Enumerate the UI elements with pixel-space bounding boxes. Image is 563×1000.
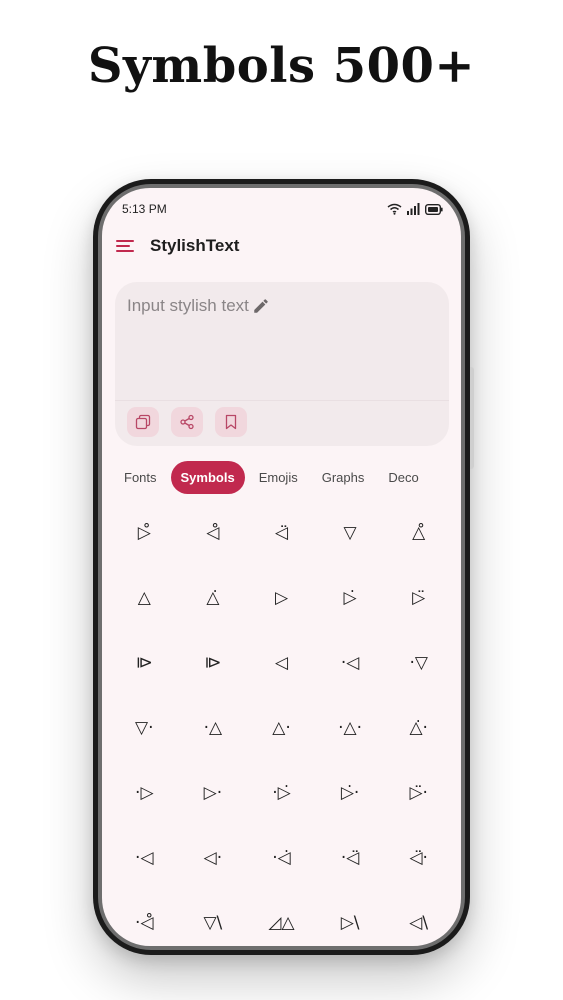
bookmark-button[interactable] xyxy=(215,407,247,437)
app-bar: StylishText xyxy=(116,233,447,259)
symbol-item[interactable]: ▷̇ xyxy=(316,565,385,630)
battery-icon xyxy=(425,203,443,215)
tab-fonts[interactable]: Fonts xyxy=(114,461,167,494)
promo-title: Symbols 500+ xyxy=(87,38,476,94)
symbol-item[interactable]: △· xyxy=(247,695,316,760)
symbol-item[interactable]: ▽· xyxy=(110,695,179,760)
symbol-item[interactable]: ◁̊ xyxy=(179,500,248,565)
symbol-item[interactable]: ▷̊ xyxy=(110,500,179,565)
symbol-item[interactable]: ▷\ xyxy=(316,890,385,946)
symbol-item[interactable]: ·◁ xyxy=(316,630,385,695)
symbol-item[interactable]: ▷· xyxy=(179,760,248,825)
symbol-item[interactable]: ⧐ xyxy=(179,630,248,695)
phone-side-button xyxy=(470,367,474,469)
symbol-item[interactable]: ▷̈· xyxy=(384,760,453,825)
status-time: 5:13 PM xyxy=(122,202,167,216)
symbol-item[interactable]: ·△· xyxy=(316,695,385,760)
share-button[interactable] xyxy=(171,407,203,437)
signal-icon xyxy=(407,203,420,215)
symbol-item[interactable]: ◁\ xyxy=(384,890,453,946)
symbol-item[interactable]: △̊ xyxy=(384,500,453,565)
phone-frame: 5:13 PM StylishText Input stylish text F… xyxy=(93,179,474,955)
status-bar: 5:13 PM xyxy=(122,200,443,218)
symbol-item[interactable]: ·△ xyxy=(179,695,248,760)
symbol-item[interactable]: ·▽ xyxy=(384,630,453,695)
tab-deco[interactable]: Deco xyxy=(378,461,428,494)
symbol-item[interactable]: ·◁̊ xyxy=(110,890,179,946)
symbol-item[interactable]: ·◁̈ xyxy=(316,825,385,890)
symbol-item[interactable]: ◁· xyxy=(179,825,248,890)
symbol-item[interactable]: ▽\ xyxy=(179,890,248,946)
symbol-item[interactable]: △̇· xyxy=(384,695,453,760)
category-tabs: Fonts Symbols Emojis Graphs Deco xyxy=(114,460,461,494)
pencil-icon xyxy=(254,299,268,313)
symbol-item[interactable]: ·▷ xyxy=(110,760,179,825)
symbol-item[interactable]: ⧐ xyxy=(110,630,179,695)
share-icon xyxy=(180,414,194,430)
card-divider xyxy=(115,400,449,401)
symbol-item[interactable]: ▷̇· xyxy=(316,760,385,825)
status-icons xyxy=(387,203,443,215)
symbol-item[interactable]: ▽ xyxy=(316,500,385,565)
symbol-item[interactable]: ·▷̇ xyxy=(247,760,316,825)
tab-emojis[interactable]: Emojis xyxy=(249,461,308,494)
symbol-item[interactable]: ▷̈ xyxy=(384,565,453,630)
bookmark-icon xyxy=(225,414,237,430)
symbol-item[interactable]: ◿△ xyxy=(247,890,316,946)
phone-screen: 5:13 PM StylishText Input stylish text F… xyxy=(102,188,461,946)
input-placeholder: Input stylish text xyxy=(127,296,249,315)
copy-button[interactable] xyxy=(127,407,159,437)
symbol-item[interactable]: ▷ xyxy=(247,565,316,630)
wifi-icon xyxy=(387,203,402,215)
symbol-item[interactable]: ◁̈· xyxy=(384,825,453,890)
input-card: Input stylish text xyxy=(115,282,449,446)
symbol-item[interactable]: ◁̈ xyxy=(247,500,316,565)
card-actions xyxy=(127,407,247,437)
symbol-grid: ▷̊ ◁̊ ◁̈ ▽ △̊ △ △̇ ▷ ▷̇ ▷̈ ⧐ ⧐ ◁ ·◁ ·▽ ▽… xyxy=(110,500,453,946)
symbol-item[interactable]: △ xyxy=(110,565,179,630)
copy-icon xyxy=(135,414,151,430)
app-title: StylishText xyxy=(150,236,240,255)
symbol-item[interactable]: ◁ xyxy=(247,630,316,695)
tab-graphs[interactable]: Graphs xyxy=(312,461,375,494)
symbol-item[interactable]: ·◁̇ xyxy=(247,825,316,890)
text-input[interactable]: Input stylish text xyxy=(127,296,270,316)
symbol-item[interactable]: ·◁ xyxy=(110,825,179,890)
symbol-item[interactable]: △̇ xyxy=(179,565,248,630)
hamburger-menu-icon[interactable] xyxy=(116,239,136,253)
tab-symbols[interactable]: Symbols xyxy=(170,460,245,494)
